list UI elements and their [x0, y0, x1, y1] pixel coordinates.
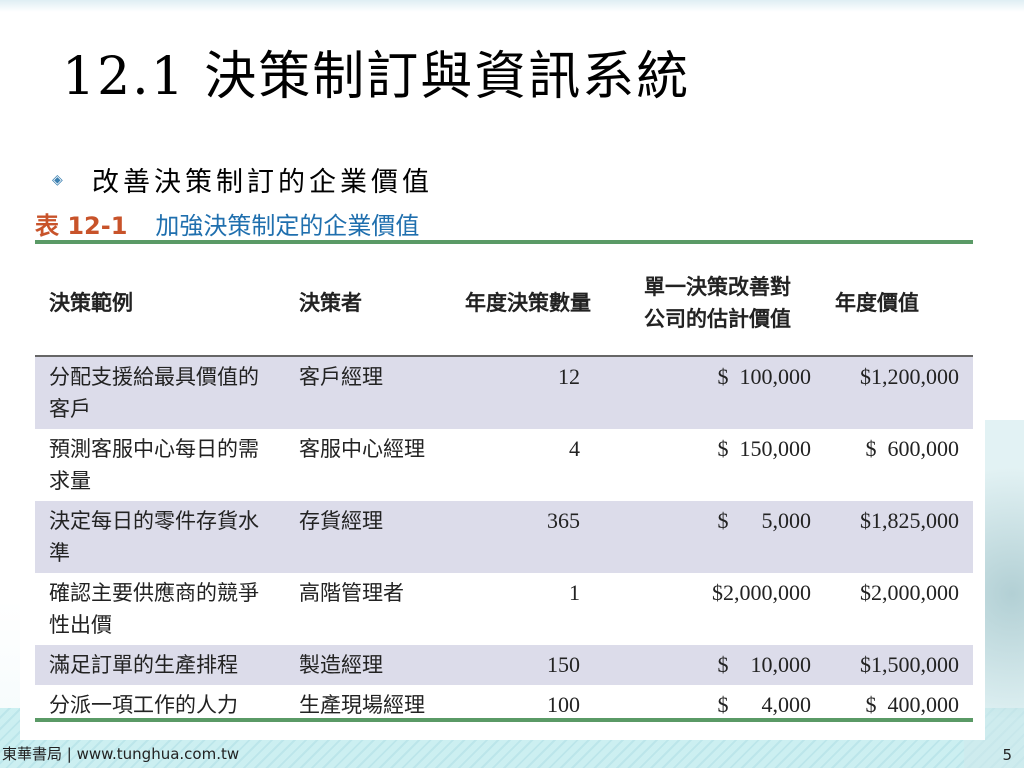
table-header-row: 決策範例 決策者 年度決策數量 單一決策改善對公司的估計價值 年度價值 — [35, 250, 973, 357]
table-cell: 滿足訂單的生產排程 — [35, 645, 285, 685]
table-cell: $ 10,000 — [640, 645, 825, 685]
diamond-bullet-icon: ◈ — [52, 172, 63, 188]
table-cell: $1,500,000 — [825, 645, 973, 685]
table-cell: $ 600,000 — [865, 436, 960, 461]
table-caption: 表 12-1 加強決策制定的企業價值 — [35, 206, 419, 241]
header-cell: 年度價值 — [825, 250, 973, 357]
top-rule — [35, 240, 973, 244]
table-cell: 製造經理 — [285, 645, 465, 685]
table-cell: $1,200,000 — [825, 356, 973, 429]
table-cell: $1,825,000 — [825, 501, 973, 573]
table-image: 表 12-1 加強決策制定的企業價值 決策範例 決策者 年度決策數量 單一決策改善… — [20, 198, 985, 740]
table-cell: 365 — [465, 501, 640, 573]
table-cell: $ 5,000 — [640, 501, 825, 573]
table-row: 滿足訂單的生產排程 製造經理 150 $ 10,000 $1,500,000 — [35, 645, 973, 685]
table-cell: 決定每日的零件存貨水準 — [35, 501, 285, 573]
table-row: 決定每日的零件存貨水準 存貨經理 365 $ 5,000 $1,825,000 — [35, 501, 973, 573]
table-row: 確認主要供應商的競爭性出價 高階管理者 1 $2,000,000 $2,000,000 — [35, 573, 973, 645]
table-cell: 存貨經理 — [285, 501, 465, 573]
table-cell: 12 — [465, 356, 640, 429]
header-cell: 單一決策改善對公司的估計價值 — [640, 250, 825, 357]
table-cell: $ 150,000 — [717, 436, 812, 461]
table-cell: 高階管理者 — [299, 581, 404, 605]
table-cell: 客戶經理 — [285, 356, 465, 429]
table-row: 分配支援給最具價值的客戶 客戶經理 12 $ 100,000 $1,200,000 — [35, 356, 973, 429]
table-cell: 4 — [569, 436, 580, 461]
table-cell: $2,000,000 — [860, 580, 959, 605]
table-cell: 客服中心經理 — [299, 437, 425, 461]
table-cell: 分配支援給最具價值的客戶 — [35, 356, 285, 429]
page-number: 5 — [1002, 746, 1012, 764]
table-cell: 150 — [465, 645, 640, 685]
table-cell: $2,000,000 — [712, 580, 811, 605]
header-cell: 決策者 — [285, 250, 465, 357]
table-cell: $ 100,000 — [640, 356, 825, 429]
decision-value-table: 決策範例 決策者 年度決策數量 單一決策改善對公司的估計價值 年度價值 分配支援… — [35, 250, 973, 725]
footer-publisher: 東華書局 | www.tunghua.com.tw — [2, 745, 240, 763]
table-cell: 1 — [569, 580, 580, 605]
table-title: 加強決策制定的企業價值 — [155, 212, 420, 240]
table-row: 預測客服中心每日的需求量 客服中心經理 4 $ 150,000 $ 600,000 — [35, 429, 973, 501]
header-cell: 決策範例 — [35, 250, 285, 357]
bottom-rule — [35, 718, 973, 722]
table-cell: 確認主要供應商的競爭性出價 — [49, 581, 259, 637]
slide-title: 12.1 決策制訂與資訊系統 — [62, 47, 691, 107]
bullet-text: 改善決策制訂的企業價值 — [92, 167, 433, 198]
header-cell: 年度決策數量 — [465, 250, 640, 357]
table-cell: 預測客服中心每日的需求量 — [49, 437, 259, 493]
table-number: 表 12-1 — [35, 212, 128, 240]
